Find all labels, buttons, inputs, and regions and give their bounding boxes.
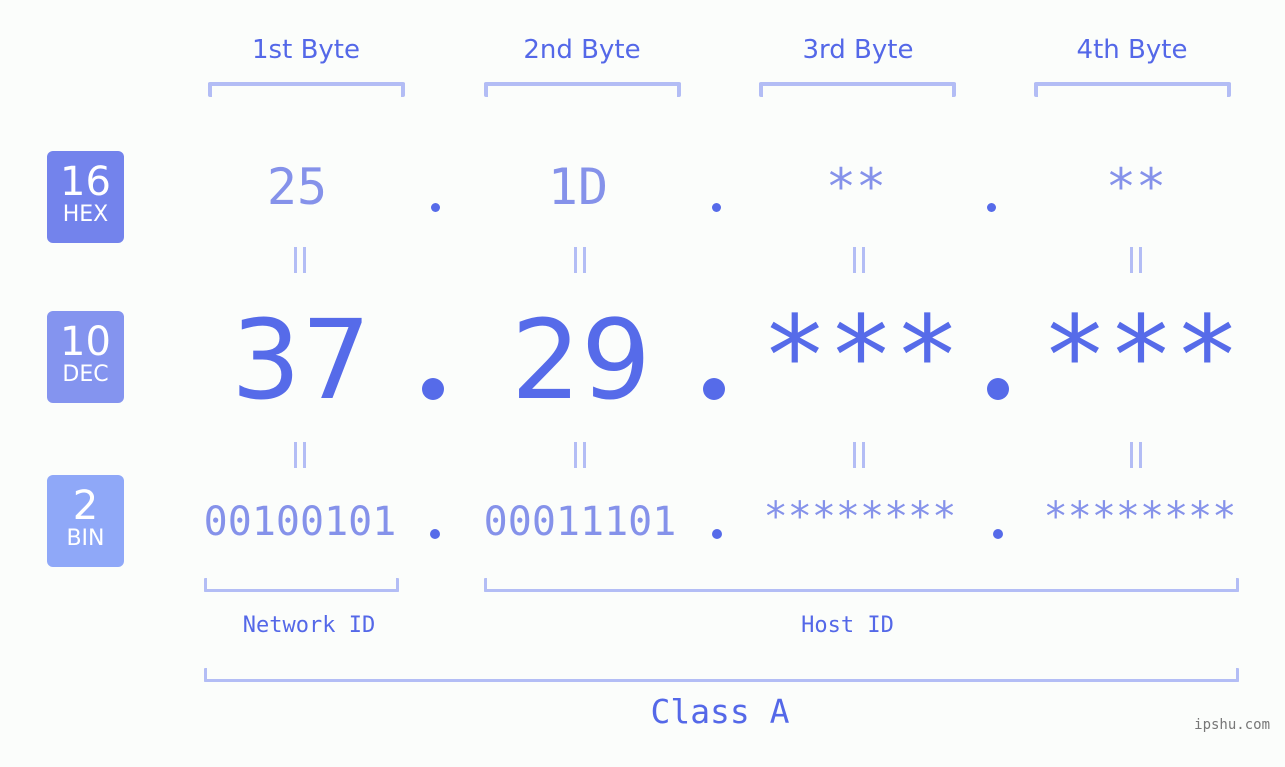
- equals-icon: [560, 241, 600, 282]
- equals-icon: [839, 241, 879, 282]
- hex-badge: 16 HEX: [47, 151, 124, 243]
- dec-dot-separator: [703, 378, 725, 400]
- bin-byte-1: 00100101: [203, 499, 397, 545]
- dec-byte-1: 37: [231, 296, 371, 424]
- dec-byte-4: ***: [1041, 292, 1241, 420]
- dec-badge: 10 DEC: [47, 311, 124, 403]
- bin-byte-4: ********: [1043, 494, 1237, 540]
- equals-icon: [839, 436, 879, 477]
- hex-dot-separator: [712, 203, 721, 212]
- bin-dot-separator: [430, 529, 440, 539]
- byte-bracket-1: [208, 82, 405, 97]
- host-id-label: Host ID: [801, 613, 894, 638]
- watermark: ipshu.com: [1194, 717, 1270, 733]
- hex-dot-separator: [987, 203, 996, 212]
- byte-header-2: 2nd Byte: [523, 35, 641, 65]
- equals-icon: [560, 436, 600, 477]
- bin-dot-separator: [712, 529, 722, 539]
- dec-dot-separator: [987, 378, 1009, 400]
- bin-byte-3: ********: [763, 494, 957, 540]
- bin-dot-separator: [993, 529, 1003, 539]
- dec-dot-separator: [422, 378, 444, 400]
- dec-byte-3: ***: [761, 292, 961, 420]
- byte-bracket-2: [484, 82, 681, 97]
- hex-byte-2: 1D: [547, 158, 609, 216]
- hex-byte-1: 25: [266, 158, 328, 216]
- hex-base-number: 16: [60, 159, 111, 205]
- equals-icon: [1116, 241, 1156, 282]
- byte-header-1: 1st Byte: [252, 35, 360, 65]
- hex-byte-3: **: [825, 158, 887, 216]
- bin-badge: 2 BIN: [47, 475, 124, 567]
- bin-base-number: 2: [72, 483, 99, 529]
- bin-base-label: BIN: [66, 526, 105, 551]
- equals-icon: [1116, 436, 1156, 477]
- byte-header-4: 4th Byte: [1076, 35, 1188, 65]
- bin-byte-2: 00011101: [483, 499, 677, 545]
- host-id-bracket: [484, 578, 1239, 592]
- equals-icon: [280, 436, 320, 477]
- byte-bracket-4: [1034, 82, 1231, 97]
- class-label: Class A: [650, 692, 790, 731]
- hex-byte-4: **: [1105, 158, 1167, 216]
- byte-bracket-3: [759, 82, 956, 97]
- network-id-bracket: [204, 578, 399, 592]
- dec-base-label: DEC: [62, 362, 109, 387]
- dec-byte-2: 29: [511, 296, 651, 424]
- hex-dot-separator: [431, 203, 440, 212]
- equals-icon: [280, 241, 320, 282]
- byte-header-3: 3rd Byte: [802, 35, 914, 65]
- dec-base-number: 10: [60, 319, 111, 365]
- hex-base-label: HEX: [62, 202, 109, 227]
- class-bracket: [204, 668, 1239, 682]
- network-id-label: Network ID: [242, 613, 376, 638]
